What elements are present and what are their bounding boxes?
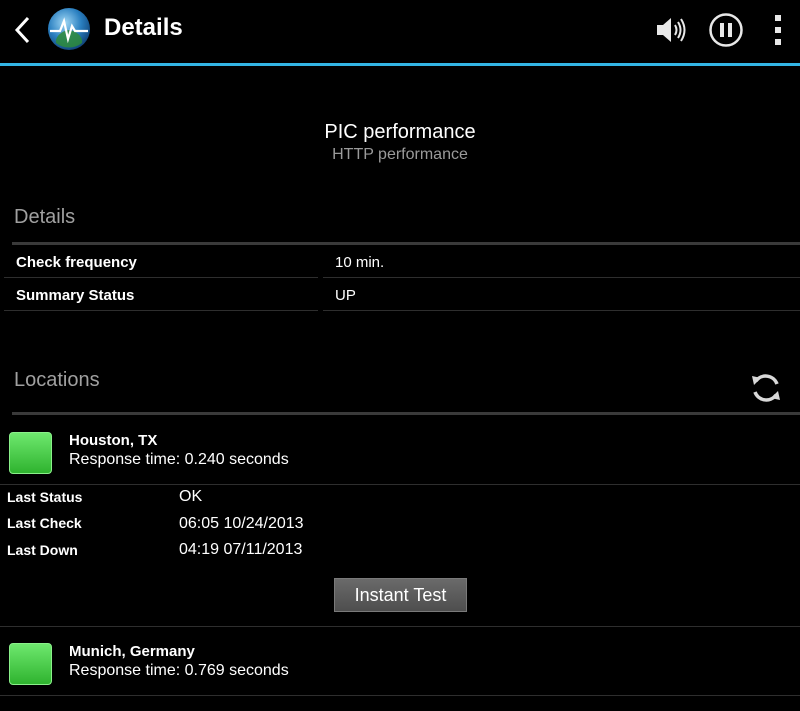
- row-divider: [0, 695, 800, 696]
- last-status-label: Last Status: [7, 489, 83, 505]
- summary-status-label: Summary Status: [16, 287, 135, 304]
- details-divider: [12, 242, 800, 245]
- action-bar: Details: [0, 0, 800, 66]
- locations-divider: [12, 412, 800, 415]
- monitor-type: HTTP performance: [332, 146, 468, 163]
- page-title: Details: [104, 14, 183, 41]
- last-check-value: 06:05 10/24/2013: [179, 515, 304, 532]
- last-check-label: Last Check: [7, 515, 82, 531]
- row-divider: [4, 310, 318, 311]
- row-divider: [0, 484, 800, 485]
- monitor-name: PIC performance: [324, 121, 476, 143]
- instant-test-button[interactable]: Instant Test: [334, 578, 467, 612]
- summary-status-value: UP: [335, 287, 356, 304]
- location-status-indicator: [9, 432, 52, 474]
- overflow-menu-icon[interactable]: [768, 12, 788, 48]
- location-name: Houston, TX: [69, 432, 158, 449]
- last-status-value: OK: [179, 488, 203, 505]
- check-frequency-value: 10 min.: [335, 254, 385, 271]
- location-name: Munich, Germany: [69, 643, 195, 660]
- last-down-label: Last Down: [7, 542, 78, 558]
- app-heartbeat-icon: [48, 8, 90, 50]
- row-divider: [323, 277, 800, 278]
- refresh-icon[interactable]: [748, 370, 784, 406]
- location-response-time: Response time: 0.769 seconds: [69, 662, 289, 679]
- speaker-icon[interactable]: [653, 12, 689, 48]
- back-chevron-icon[interactable]: [11, 15, 33, 45]
- details-section-label: Details: [14, 206, 76, 228]
- row-divider: [0, 626, 800, 627]
- row-divider: [4, 277, 318, 278]
- last-down-value: 04:19 07/11/2013: [179, 541, 303, 558]
- location-status-indicator: [9, 643, 52, 685]
- check-frequency-label: Check frequency: [16, 254, 137, 271]
- location-response-time: Response time: 0.240 seconds: [69, 451, 289, 468]
- locations-section-label: Locations: [14, 369, 100, 391]
- row-divider: [323, 310, 800, 311]
- pause-icon[interactable]: [708, 12, 744, 48]
